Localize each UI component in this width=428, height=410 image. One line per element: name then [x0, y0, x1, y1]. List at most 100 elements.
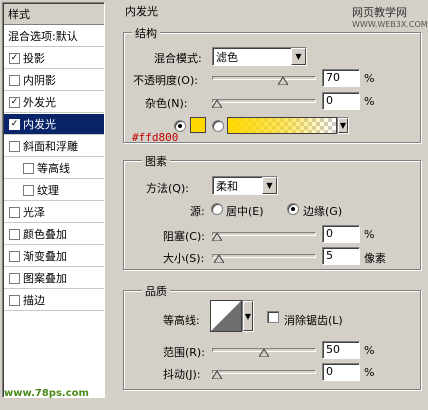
style-list-item-label: 图案叠加 — [23, 272, 67, 285]
style-list-item-label: 纹理 — [37, 184, 59, 197]
style-list-item[interactable]: 等高线 — [4, 158, 104, 179]
gradient-preview[interactable] — [227, 117, 337, 134]
source-label: 源: — [190, 205, 205, 218]
range-input[interactable]: 50 — [322, 341, 360, 359]
contour-preview[interactable] — [210, 300, 242, 332]
style-list-item-label: 投影 — [23, 52, 45, 65]
style-list-item[interactable]: ✓ 投影 — [4, 48, 104, 69]
size-slider-thumb[interactable] — [213, 255, 224, 263]
style-checkbox[interactable] — [9, 74, 20, 86]
watermark: 网页教学网 — [352, 6, 407, 19]
style-checkbox[interactable] — [9, 228, 20, 240]
contour-dropdown[interactable]: ▼ — [242, 300, 254, 332]
style-list-item-label: 描边 — [23, 294, 45, 307]
panel-title: 内发光 — [122, 3, 161, 19]
style-list-item[interactable]: 光泽 — [4, 202, 104, 223]
source-edge-radio[interactable] — [287, 203, 299, 215]
chevron-down-icon[interactable]: ▼ — [243, 301, 253, 331]
style-checkbox[interactable] — [9, 140, 20, 152]
style-list-item-label: 渐变叠加 — [23, 250, 67, 263]
jitter-slider-track — [212, 370, 316, 374]
style-list-item[interactable]: 颜色叠加 — [4, 224, 104, 245]
range-slider-thumb[interactable] — [259, 349, 269, 357]
opacity-input[interactable]: 70 — [322, 69, 360, 87]
style-checkbox[interactable] — [9, 294, 20, 306]
blend-mode-value: 滤色 — [216, 50, 238, 64]
style-list-item[interactable]: 图案叠加 — [4, 268, 104, 289]
source-center-radio[interactable] — [211, 203, 223, 215]
style-list-item[interactable]: 内阴影 — [4, 70, 104, 91]
contour-label: 等高线: — [163, 314, 200, 327]
gradient-radio[interactable] — [212, 120, 224, 132]
style-list-item[interactable]: ✓ 内发光 — [4, 114, 104, 135]
style-list-item[interactable]: ✓ 外发光 — [4, 92, 104, 113]
jitter-slider-thumb[interactable] — [212, 371, 222, 379]
blend-mode-label: 混合模式: — [154, 52, 202, 65]
source-center-label[interactable]: 居中(E) — [226, 203, 264, 219]
size-slider-track — [212, 254, 316, 258]
choke-slider-track — [212, 232, 316, 236]
style-checkbox[interactable] — [23, 162, 34, 174]
chevron-down-icon[interactable]: ▼ — [262, 177, 277, 194]
antialias-label[interactable]: 消除锯齿(L) — [284, 312, 343, 328]
style-checkbox[interactable] — [23, 184, 34, 196]
checkmark-icon: ✓ — [10, 118, 19, 129]
technique-select[interactable]: 柔和 ▼ — [212, 176, 278, 195]
noise-label: 杂色(N): — [145, 97, 188, 110]
choke-slider-thumb[interactable] — [212, 233, 222, 241]
site-logo: www.78ps.com — [4, 388, 89, 399]
opacity-slider-thumb[interactable] — [277, 77, 288, 85]
style-checkbox[interactable]: ✓ — [9, 96, 20, 108]
style-list-item[interactable]: 渐变叠加 — [4, 246, 104, 267]
noise-slider-thumb[interactable] — [212, 100, 222, 108]
color-hex-annotation: #ffd800 — [132, 131, 179, 144]
style-list-item-label: 混合选项:默认 — [8, 30, 78, 43]
jitter-input[interactable]: 0 — [322, 363, 360, 381]
style-list-item-label: 颜色叠加 — [23, 228, 67, 241]
size-slider[interactable] — [212, 249, 316, 263]
chevron-down-icon[interactable]: ▼ — [291, 48, 306, 65]
style-checkbox[interactable] — [9, 272, 20, 284]
style-list-item[interactable]: 混合选项:默认 — [4, 26, 104, 47]
style-list-header: 样式 — [4, 4, 104, 25]
style-list-item[interactable]: 斜面和浮雕 — [4, 136, 104, 157]
radio-dot — [178, 124, 182, 128]
size-input[interactable]: 5 — [322, 247, 360, 265]
chevron-down-icon[interactable]: ▼ — [338, 118, 348, 133]
noise-input[interactable]: 0 — [322, 92, 360, 110]
style-list-item-label: 等高线 — [37, 162, 70, 175]
quality-legend: 品质 — [142, 283, 170, 299]
style-list-item-label: 内阴影 — [23, 74, 56, 87]
style-list-item-label: 斜面和浮雕 — [23, 140, 78, 153]
antialias-checkbox[interactable] — [267, 311, 279, 323]
glow-color-swatch[interactable] — [190, 117, 206, 133]
size-label: 大小(S): — [163, 252, 205, 265]
style-list-item[interactable]: 描边 — [4, 290, 104, 311]
gradient-dropdown[interactable]: ▼ — [337, 117, 349, 134]
elements-legend: 图素 — [142, 153, 170, 169]
jitter-unit: % — [364, 366, 375, 379]
choke-slider[interactable] — [212, 227, 316, 241]
noise-slider[interactable] — [212, 94, 316, 108]
opacity-slider[interactable] — [212, 71, 316, 85]
style-list: 样式 混合选项:默认 ✓ 投影 内阴影 ✓ 外发光 ✓ 内发光 斜面和浮雕 等高线 纹理 光泽 颜色叠加… — [2, 2, 105, 398]
blend-mode-select[interactable]: 滤色 ▼ — [212, 47, 307, 66]
jitter-slider[interactable] — [212, 365, 316, 379]
source-edge-label[interactable]: 边缘(G) — [303, 203, 342, 219]
style-checkbox[interactable] — [9, 250, 20, 262]
style-checkbox[interactable]: ✓ — [9, 52, 20, 64]
style-checkbox[interactable]: ✓ — [9, 118, 20, 130]
choke-unit: % — [364, 228, 375, 241]
contour-curve-icon — [211, 301, 241, 331]
noise-unit: % — [364, 95, 375, 108]
technique-label: 方法(Q): — [146, 182, 189, 195]
style-list-item[interactable]: 纹理 — [4, 180, 104, 201]
style-checkbox[interactable] — [9, 206, 20, 218]
range-label: 范围(R): — [163, 346, 205, 359]
choke-input[interactable]: 0 — [322, 225, 360, 243]
range-unit: % — [364, 344, 375, 357]
structure-legend: 结构 — [132, 25, 160, 41]
style-list-item-label: 光泽 — [23, 206, 45, 219]
technique-value: 柔和 — [216, 179, 238, 193]
range-slider[interactable] — [212, 343, 316, 357]
